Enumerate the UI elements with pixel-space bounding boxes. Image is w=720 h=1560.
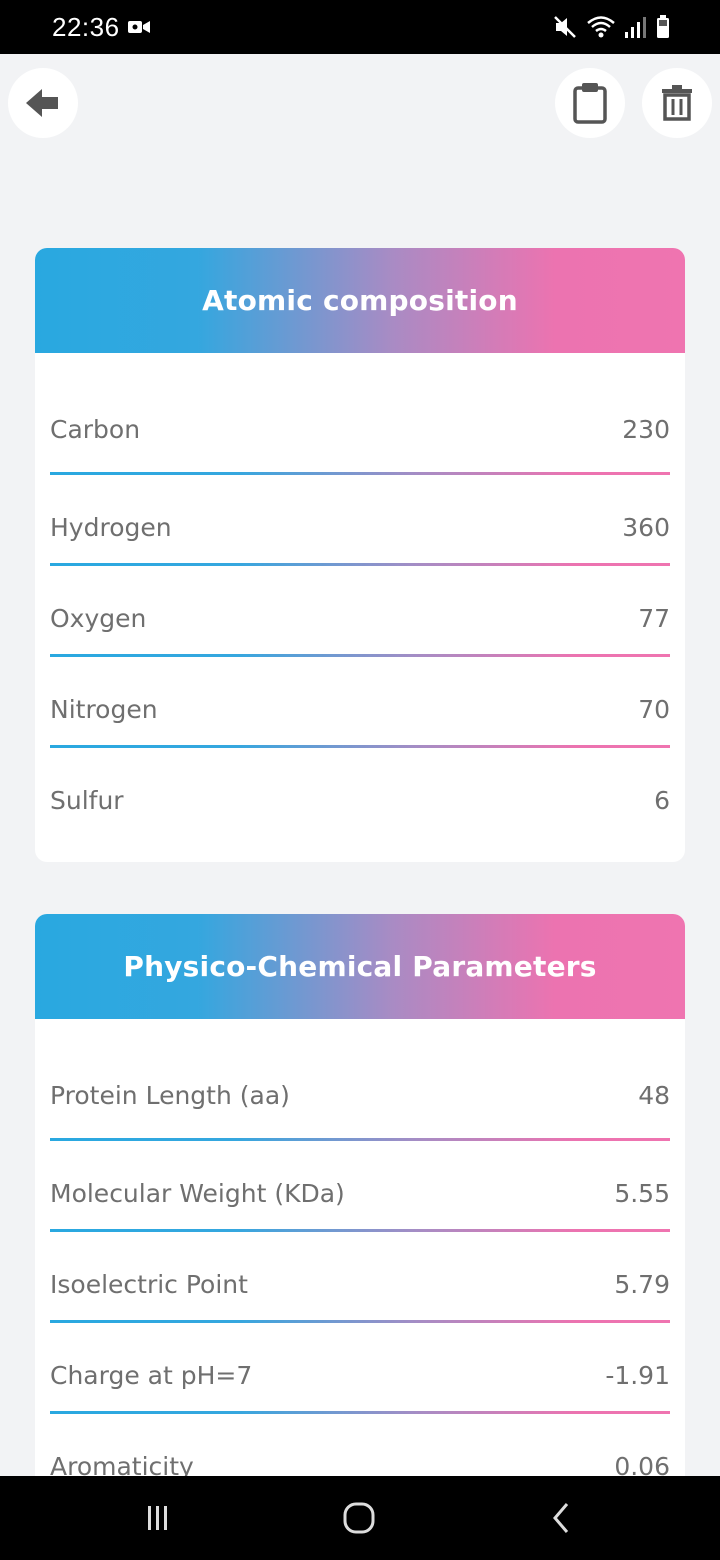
physico-chemical-card: Physico-Chemical Parameters Protein Leng… [35,914,685,1476]
row-value: -1.91 [605,1361,670,1390]
row-label: Nitrogen [50,695,158,724]
battery-icon [657,15,669,38]
row-value: 0.06 [614,1452,670,1476]
row-label: Protein Length (aa) [50,1080,290,1110]
row-value: 70 [638,695,670,724]
atomic-composition-card: Atomic composition Carbon 230 Hydrogen 3… [35,248,685,862]
home-icon [343,1502,375,1534]
row-label: Isoelectric Point [50,1270,248,1299]
card-title: Physico-Chemical Parameters [123,950,597,983]
arrow-left-icon [26,89,58,117]
list-item: Sulfur 6 [50,748,670,839]
row-label: Molecular Weight (KDa) [50,1179,345,1208]
home-button[interactable] [339,1498,379,1538]
list-item: Charge at pH=7 -1.91 [50,1323,670,1414]
list-item: Molecular Weight (KDa) 5.55 [50,1141,670,1232]
physico-list: Protein Length (aa) 48 Molecular Weight … [35,1019,685,1476]
status-time: 22:36 [52,12,120,42]
row-label: Carbon [50,414,141,444]
chevron-left-icon [553,1503,569,1533]
list-item: Hydrogen 360 [50,475,670,566]
row-value: 230 [622,414,670,444]
list-item: Isoelectric Point 5.79 [50,1232,670,1323]
back-nav-button[interactable] [541,1498,581,1538]
list-item: Aromaticity 0.06 [50,1414,670,1476]
card-header: Atomic composition [35,248,685,353]
trash-icon [662,85,692,121]
row-value: 5.55 [614,1179,670,1208]
video-record-icon [128,21,150,33]
clipboard-icon [573,83,607,124]
wifi-icon [587,16,615,38]
atomic-list: Carbon 230 Hydrogen 360 Oxygen 77 Nitrog… [35,353,685,839]
row-label: Hydrogen [50,513,172,542]
recent-apps-icon [148,1506,167,1530]
list-item: Protein Length (aa) 48 [50,1019,670,1141]
card-header: Physico-Chemical Parameters [35,914,685,1019]
row-label: Sulfur [50,786,124,815]
system-nav-bar [0,1476,720,1560]
delete-button[interactable] [642,68,712,138]
status-icons [552,14,670,40]
list-item: Carbon 230 [50,353,670,475]
row-value: 5.79 [614,1270,670,1299]
list-item: Oxygen 77 [50,566,670,657]
row-value: 48 [638,1080,670,1110]
mute-icon [554,16,576,38]
row-value: 77 [638,604,670,633]
app-content: Atomic composition Carbon 230 Hydrogen 3… [0,54,720,1476]
row-label: Oxygen [50,604,147,633]
row-value: 360 [622,513,670,542]
copy-button[interactable] [555,68,625,138]
list-item: Nitrogen 70 [50,657,670,748]
back-button[interactable] [8,68,78,138]
card-title: Atomic composition [202,284,518,317]
row-label: Aromaticity [50,1452,194,1476]
signal-icon [625,17,646,38]
recent-apps-button[interactable] [138,1498,178,1538]
row-value: 6 [654,786,670,815]
row-label: Charge at pH=7 [50,1361,253,1390]
status-bar: 22:36 [0,0,720,54]
